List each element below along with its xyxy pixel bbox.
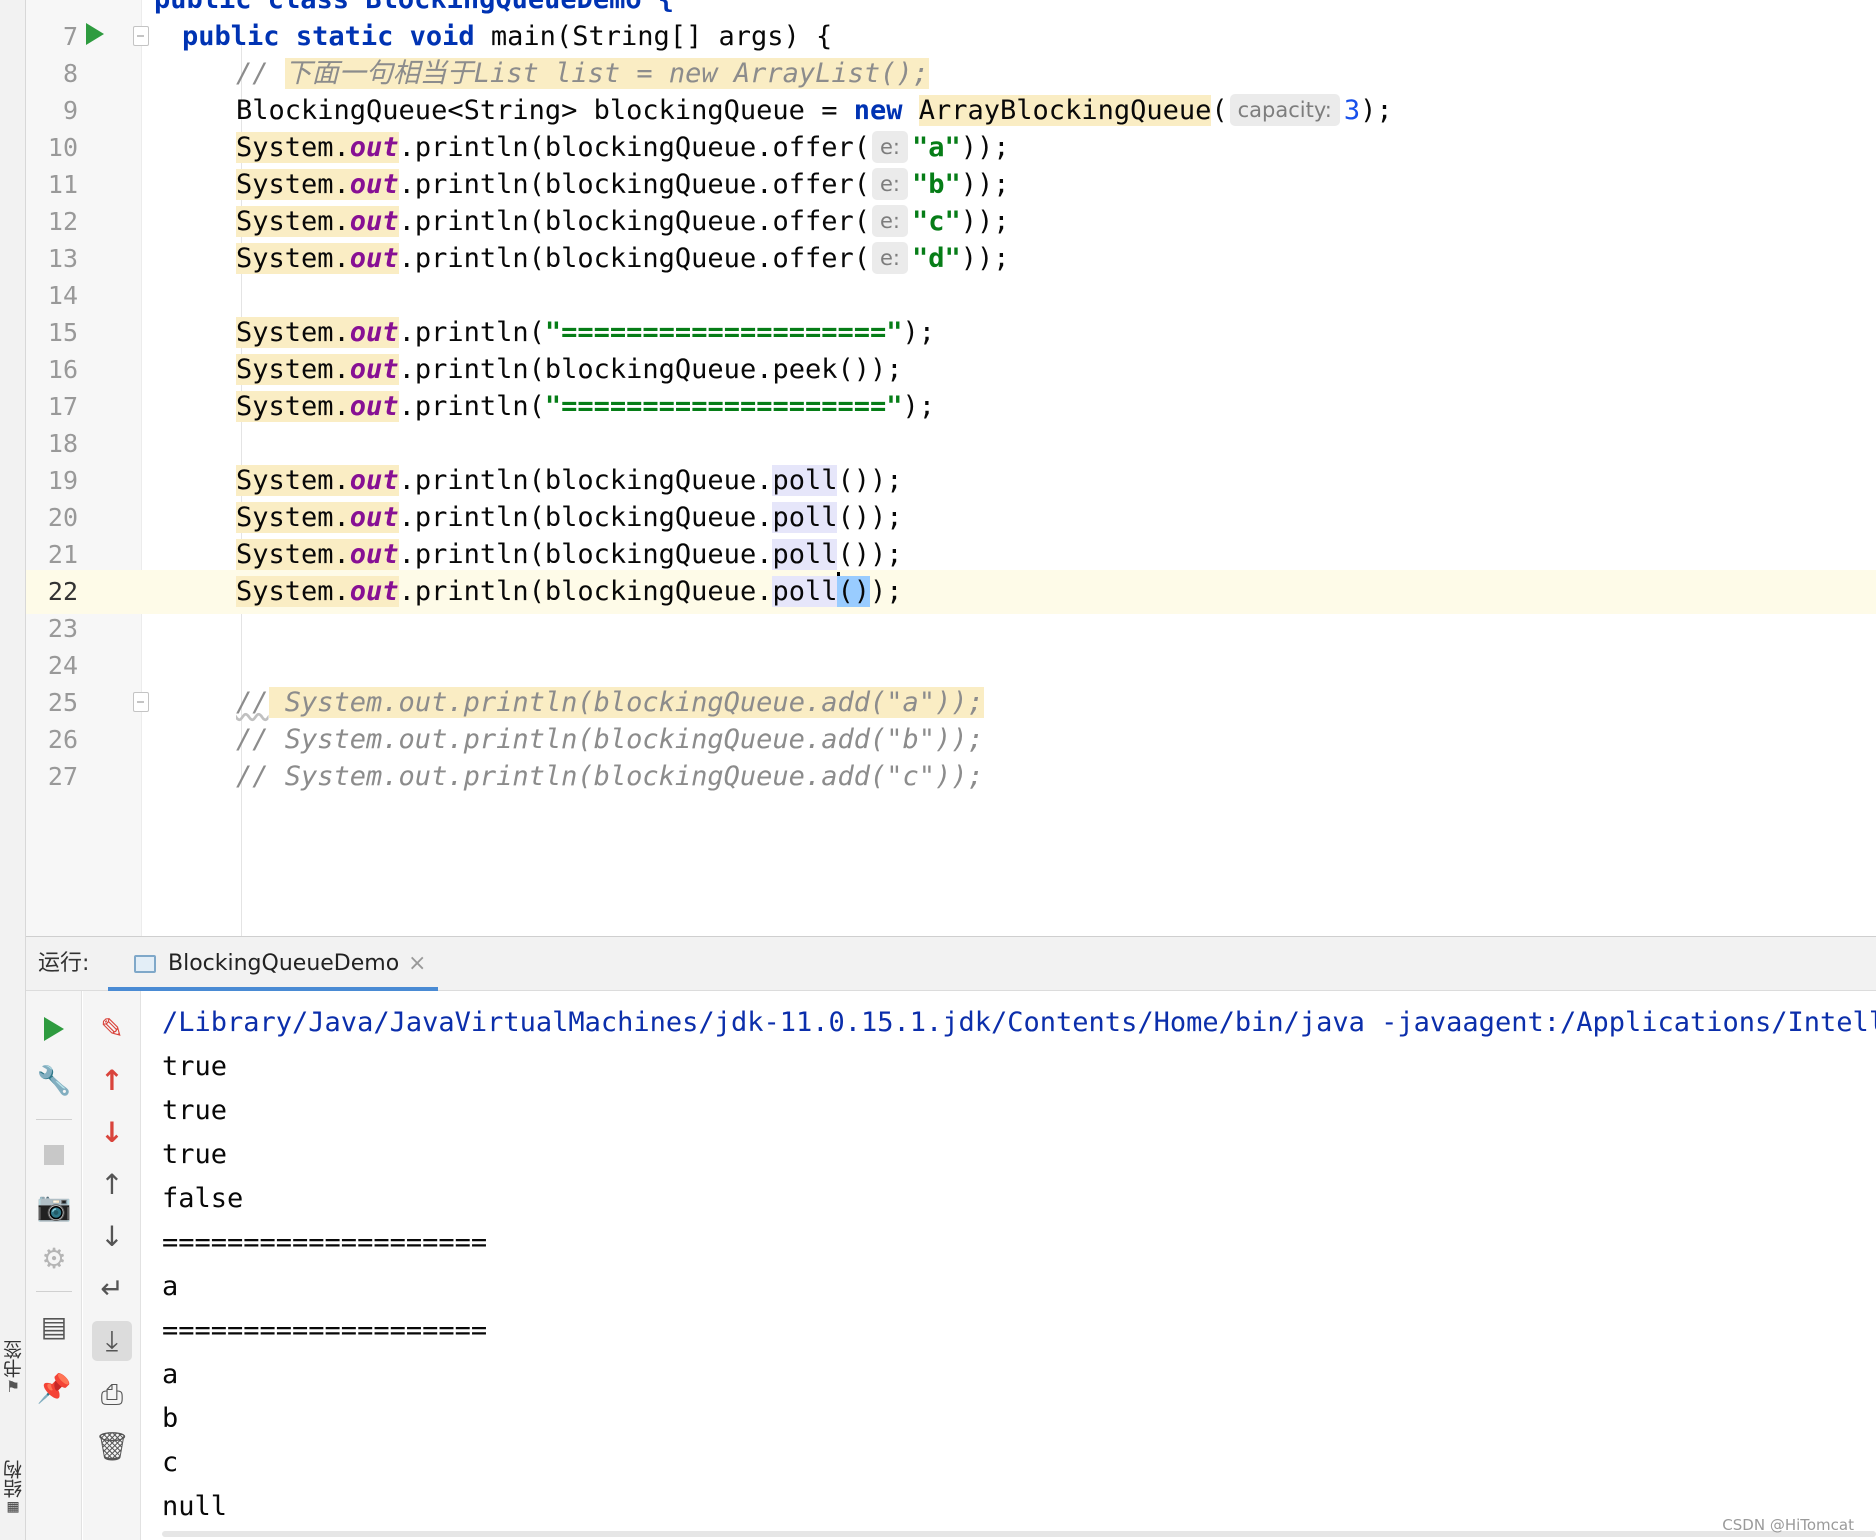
settings-wrench-button[interactable]: 🔧 bbox=[34, 1061, 74, 1101]
toolbar-separator bbox=[36, 1291, 72, 1292]
commented-code: // System.out.println(blockingQueue.add(… bbox=[236, 761, 984, 792]
stop-icon bbox=[44, 1145, 64, 1165]
console-line: true bbox=[162, 1095, 228, 1126]
console-line: ==================== bbox=[162, 1227, 488, 1258]
run-toolbar-primary: 🔧 📷 ⚙ ▤ 📌 bbox=[26, 991, 82, 1540]
clear-all-button[interactable]: 🗑 bbox=[92, 1427, 132, 1467]
parameter-hint: e: bbox=[871, 131, 908, 163]
line-number: 27 bbox=[47, 762, 78, 791]
stop-button[interactable] bbox=[34, 1135, 74, 1175]
structure-tool-tab[interactable]: 结构 ▦ bbox=[0, 1460, 26, 1516]
console-output[interactable]: /Library/Java/JavaVirtualMachines/jdk-11… bbox=[142, 991, 1876, 1540]
console-icon bbox=[134, 955, 156, 973]
scroll-to-end-icon: ⤓ bbox=[105, 1324, 119, 1357]
run-tab-title: BlockingQueueDemo bbox=[168, 951, 400, 976]
console-horizontal-scrollbar[interactable] bbox=[162, 1531, 1876, 1537]
console-line: a bbox=[162, 1359, 179, 1390]
printer-icon: ⎙ bbox=[100, 1378, 124, 1411]
wrench-icon: 🔧 bbox=[36, 1064, 72, 1097]
fold-toggle-icon[interactable] bbox=[133, 692, 149, 712]
structure-tab-label: 结构 bbox=[2, 1460, 25, 1498]
fold-toggle-icon[interactable] bbox=[133, 26, 149, 46]
pin-tab-button[interactable]: 📌 bbox=[34, 1369, 74, 1409]
bookmark-icon: ⚑ bbox=[7, 1376, 19, 1397]
toolbar-separator bbox=[36, 1119, 72, 1120]
console-line: null bbox=[162, 1491, 228, 1522]
camera-icon: 📷 bbox=[36, 1190, 72, 1223]
run-label: 运行: bbox=[38, 951, 90, 976]
edit-configuration-button[interactable]: ✎ bbox=[92, 1009, 132, 1049]
bookmarks-tool-tab[interactable]: 书签 ⚑ bbox=[0, 1340, 26, 1396]
console-line: ==================== bbox=[162, 1315, 488, 1346]
next-occurrence-button[interactable]: ↓ bbox=[92, 1113, 132, 1153]
arrow-up-icon: ↑ bbox=[100, 1168, 124, 1201]
console-line: false bbox=[162, 1183, 244, 1214]
dump-threads-button[interactable]: 📷 bbox=[34, 1187, 74, 1227]
scroll-to-end-button[interactable]: ⤓ bbox=[92, 1321, 132, 1361]
previous-occurrence-button[interactable]: ↑ bbox=[92, 1061, 132, 1101]
soft-wrap-icon: ↵ bbox=[100, 1272, 124, 1305]
bookmarks-tab-label: 书签 bbox=[2, 1340, 25, 1378]
run-main-icon[interactable] bbox=[86, 23, 104, 45]
console-line: true bbox=[162, 1051, 228, 1082]
structure-icon: ▦ bbox=[7, 1496, 19, 1517]
close-tab-icon[interactable]: × bbox=[408, 937, 426, 991]
arrow-down-icon: ↓ bbox=[100, 1220, 124, 1253]
rerun-button[interactable] bbox=[34, 1009, 74, 1049]
console-line: c bbox=[162, 1447, 179, 1478]
console-line: a bbox=[162, 1271, 179, 1302]
arrow-up-red-icon: ↑ bbox=[100, 1064, 124, 1097]
watermark: CSDN @HiTomcat bbox=[1722, 1516, 1854, 1534]
arrow-down-red-icon: ↓ bbox=[100, 1116, 124, 1149]
console-line: b bbox=[162, 1403, 179, 1434]
scroll-down-button[interactable]: ↓ bbox=[92, 1217, 132, 1257]
console-command-line: /Library/Java/JavaVirtualMachines/jdk-11… bbox=[162, 1007, 1876, 1038]
pin-icon: 📌 bbox=[36, 1372, 72, 1405]
gear-bug-icon: ⚙ bbox=[41, 1242, 67, 1275]
parameter-hint: e: bbox=[871, 168, 908, 200]
layout-button[interactable]: ▤ bbox=[34, 1307, 74, 1347]
pencil-icon: ✎ bbox=[100, 1012, 124, 1045]
parameter-hint: capacity: bbox=[1229, 94, 1340, 126]
run-config-tab[interactable]: BlockingQueueDemo × bbox=[108, 937, 438, 991]
run-toolbar-secondary: ✎ ↑ ↓ ↑ ↓ ↵ ⤓ ⎙ 🗑 bbox=[83, 991, 141, 1540]
code-line-27: 27 // System.out.println(blockingQueue.a… bbox=[26, 755, 1876, 799]
side-tool-strip: 书签 ⚑ 结构 ▦ bbox=[0, 0, 26, 1540]
print-button[interactable]: ⎙ bbox=[92, 1375, 132, 1415]
parameter-hint: e: bbox=[871, 205, 908, 237]
scroll-up-button[interactable]: ↑ bbox=[92, 1165, 132, 1205]
parameter-hint: e: bbox=[871, 242, 908, 274]
run-tool-window: 运行: BlockingQueueDemo × 🔧 📷 ⚙ ▤ 📌 ✎ ↑ ↓ … bbox=[26, 936, 1876, 1540]
layout-icon: ▤ bbox=[40, 1310, 68, 1343]
run-tool-header: 运行: BlockingQueueDemo × bbox=[26, 937, 1876, 991]
play-icon bbox=[44, 1017, 64, 1041]
code-editor[interactable]: public class BlockingQueueDemo { 7 publi… bbox=[26, 0, 1876, 936]
console-line: true bbox=[162, 1139, 228, 1170]
debug-settings-button[interactable]: ⚙ bbox=[34, 1239, 74, 1279]
trash-icon: 🗑 bbox=[94, 1430, 130, 1463]
soft-wrap-button[interactable]: ↵ bbox=[92, 1269, 132, 1309]
